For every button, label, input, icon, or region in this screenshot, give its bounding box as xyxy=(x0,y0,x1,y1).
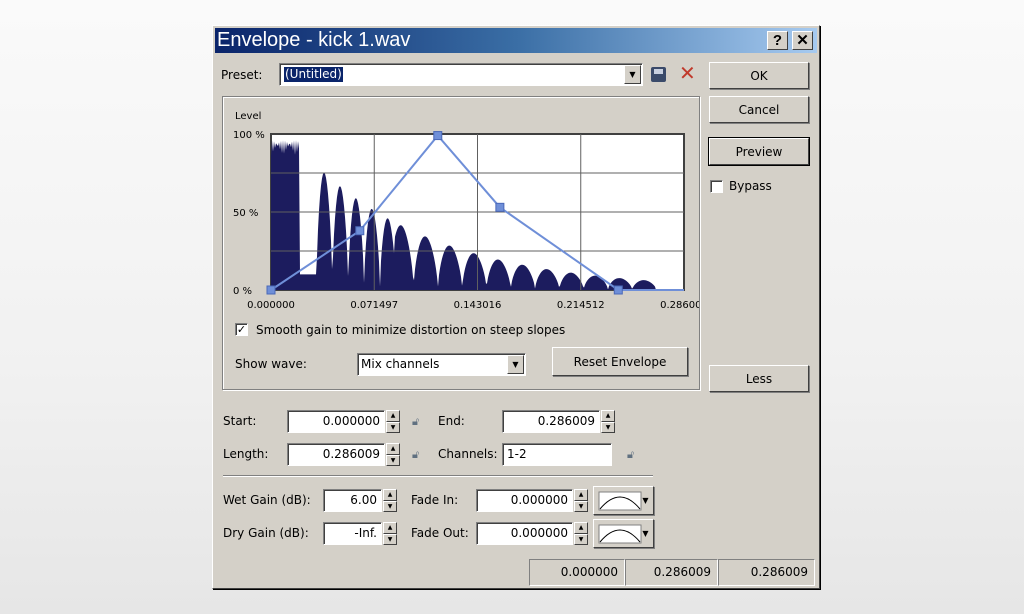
y-tick-label: 100 % xyxy=(233,130,265,141)
less-button[interactable]: Less xyxy=(709,365,809,392)
ok-button[interactable]: OK xyxy=(709,62,809,89)
y-tick-label: 0 % xyxy=(233,286,252,297)
envelope-dialog: Envelope - kick 1.wav ? ✕ Preset: (Untit… xyxy=(212,25,820,589)
envelope-handle xyxy=(266,285,276,295)
envelope-handle xyxy=(355,226,365,236)
envelope-chart[interactable]: Level 100 % 50 % 0 % 0.000000 0.071497 0.14301… xyxy=(223,97,699,317)
bypass-checkbox[interactable] xyxy=(710,180,723,193)
status-selection-start: 0.000000 xyxy=(529,559,625,586)
separator xyxy=(223,475,653,477)
dry-gain-spinner[interactable]: ▲ ▼ xyxy=(383,522,397,545)
wet-gain-input[interactable]: 6.00 xyxy=(323,489,382,512)
envelope-handle xyxy=(613,285,623,295)
fade-in-curve-button[interactable]: ▼ xyxy=(593,486,654,515)
envelope-handle xyxy=(433,131,443,141)
show-wave-select[interactable]: Mix channels ▼ xyxy=(357,353,526,376)
chevron-down-icon[interactable]: ▼ xyxy=(624,65,641,84)
floppy-disk-icon[interactable] xyxy=(651,67,666,82)
channels-label: Channels: xyxy=(438,447,498,461)
unlock-icon[interactable]: 🔓︎ xyxy=(412,415,419,429)
delete-preset-icon[interactable]: ✕ xyxy=(679,61,696,85)
x-tick-label: 0.071497 xyxy=(350,300,398,311)
x-tick-label: 0.143016 xyxy=(454,300,502,311)
fade-curve-icon xyxy=(598,491,642,510)
status-selection-end: 0.286009 xyxy=(625,559,718,586)
smooth-label: Smooth gain to minimize distortion on st… xyxy=(256,323,566,337)
show-wave-label: Show wave: xyxy=(235,357,307,371)
fade-out-curve-button[interactable]: ▼ xyxy=(593,519,654,548)
preset-label: Preset: xyxy=(221,68,263,82)
x-tick-label: 0.214512 xyxy=(557,300,605,311)
x-tick-label: 0.286009 xyxy=(660,300,699,311)
dry-gain-label: Dry Gain (dB): xyxy=(223,526,309,540)
preset-combo[interactable]: (Untitled) ▼ xyxy=(279,63,643,86)
status-selection-length: 0.286009 xyxy=(718,559,815,586)
fade-in-spinner[interactable]: ▲ ▼ xyxy=(574,489,588,512)
end-input[interactable]: 0.286009 xyxy=(502,410,600,433)
cancel-button[interactable]: Cancel xyxy=(709,96,809,123)
help-button[interactable]: ? xyxy=(767,31,788,50)
channels-input[interactable]: 1-2 xyxy=(502,443,612,466)
show-wave-value: Mix channels xyxy=(361,357,440,371)
length-input[interactable]: 0.286009 xyxy=(287,443,385,466)
bypass-label: Bypass xyxy=(729,179,772,193)
end-label: End: xyxy=(438,414,465,428)
envelope-panel: Level 100 % 50 % 0 % 0.000000 0.071497 0.14301… xyxy=(222,96,700,390)
envelope-handle xyxy=(495,202,505,212)
start-label: Start: xyxy=(223,414,257,428)
length-label: Length: xyxy=(223,447,269,461)
fade-in-label: Fade In: xyxy=(411,493,459,507)
window-title: Envelope - kick 1.wav xyxy=(217,29,411,51)
x-tick-label: 0.000000 xyxy=(247,300,295,311)
fade-out-input[interactable]: 0.000000 xyxy=(476,522,573,545)
length-spinner[interactable]: ▲ ▼ xyxy=(386,443,400,466)
y-axis-label: Level xyxy=(235,111,261,122)
wet-gain-spinner[interactable]: ▲ ▼ xyxy=(383,489,397,512)
close-button[interactable]: ✕ xyxy=(792,31,813,50)
unlock-icon[interactable]: 🔓︎ xyxy=(412,448,419,462)
dry-gain-input[interactable]: -Inf. xyxy=(323,522,382,545)
fade-curve-icon xyxy=(598,524,642,543)
preset-value: (Untitled) xyxy=(284,67,343,82)
chevron-down-icon[interactable]: ▼ xyxy=(507,355,524,374)
wet-gain-label: Wet Gain (dB): xyxy=(223,493,311,507)
fade-in-input[interactable]: 0.000000 xyxy=(476,489,573,512)
title-bar[interactable]: Envelope - kick 1.wav ? ✕ xyxy=(215,28,817,53)
start-spinner[interactable]: ▲ ▼ xyxy=(386,410,400,433)
fade-out-spinner[interactable]: ▲ ▼ xyxy=(574,522,588,545)
y-tick-label: 50 % xyxy=(233,208,258,219)
unlock-icon[interactable]: 🔓︎ xyxy=(627,448,634,462)
start-input[interactable]: 0.000000 xyxy=(287,410,385,433)
reset-envelope-button[interactable]: Reset Envelope xyxy=(552,347,688,376)
fade-out-label: Fade Out: xyxy=(411,526,469,540)
smooth-checkbox[interactable]: ✓ xyxy=(235,323,248,336)
preview-button[interactable]: Preview xyxy=(708,137,810,166)
end-spinner[interactable]: ▲ ▼ xyxy=(601,410,615,433)
